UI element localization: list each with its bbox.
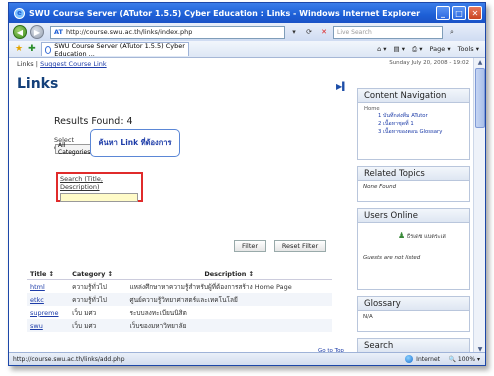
address-bar: ◀ ▶ AT http://course.swu.ac.th/links/ind…: [9, 23, 485, 41]
users-online-panel: Users Online ♟ ธีรเดช แบตระเส Guests are…: [357, 208, 470, 290]
related-topics-header[interactable]: Related Topics: [358, 167, 469, 181]
page-icon: AT: [54, 28, 63, 36]
ie-icon: e: [14, 7, 25, 19]
tools-menu[interactable]: Tools ▾: [458, 45, 479, 54]
stop-icon[interactable]: ✕: [318, 26, 330, 38]
nav-item[interactable]: 2 เนื้อหาชุดที่ 1: [364, 120, 463, 128]
favorites-star-icon[interactable]: ★: [15, 44, 23, 54]
online-user[interactable]: ♟ ธีรเดช แบตระเส: [358, 223, 469, 241]
content-navigation-panel: Content Navigation Home 1 บันทึกส่งทีม A…: [357, 88, 470, 160]
search-header[interactable]: Search: [358, 339, 469, 353]
refresh-icon[interactable]: ⟳: [303, 26, 315, 38]
link-description: ระบบลงทะเบียนนิสิต: [129, 308, 187, 317]
link-description: เว็บของมหาวิทยาลัย: [126, 319, 332, 332]
command-bar: ⌂ ▾ ▤ ▾ ⎙ ▾ Page ▾ Tools ▾: [377, 45, 485, 54]
link-category: เว็บ มศว: [72, 308, 97, 317]
home-icon[interactable]: ⌂ ▾: [377, 45, 386, 54]
col-description[interactable]: Description ↕: [126, 269, 332, 280]
search-input[interactable]: Live Search: [333, 25, 443, 39]
zoom-level[interactable]: 🔍 100% ▾: [449, 356, 480, 363]
results-count: Results Found: 4: [54, 116, 133, 127]
callout-annotation: ค้นหา Link ที่ต้องการ: [90, 129, 180, 157]
dropdown-icon[interactable]: ▾: [288, 26, 300, 38]
reset-filter-button[interactable]: Reset Filter: [274, 240, 326, 252]
close-button[interactable]: ✕: [468, 6, 482, 20]
breadcrumb-links: Links: [17, 60, 34, 68]
browser-tab[interactable]: SWU Course Server (ATutor 1.5.5) Cyber E…: [40, 42, 189, 58]
minimize-button[interactable]: _: [436, 6, 450, 20]
status-url: http://course.swu.ac.th/links/add.php: [13, 355, 125, 363]
search-icon[interactable]: ⌕: [446, 26, 458, 38]
nav-tree: Home 1 บันทึกส่งทีม ATutor 2 เนื้อหาชุดท…: [358, 103, 469, 139]
col-title[interactable]: Title ↕: [27, 269, 70, 280]
nav-item[interactable]: 3 เนื้อหาของตอน Glossary: [364, 128, 463, 136]
results-panel: Results Found: 4 Select Category All Cat…: [54, 106, 356, 258]
globe-icon: [405, 355, 414, 363]
add-favorite-icon[interactable]: ✚: [28, 44, 36, 54]
browser-window: e SWU Course Server (ATutor 1.5.5) Cyber…: [8, 2, 486, 366]
link-category: ความรู้ทั่วไป: [69, 293, 127, 306]
page-content: Links | Suggest Course Link Sunday July …: [9, 58, 475, 354]
status-bar: http://course.swu.ac.th/links/add.php In…: [9, 352, 485, 365]
collapse-menu-icon[interactable]: ▶▍: [336, 82, 348, 91]
guests-note: Guests are not listed: [363, 255, 421, 261]
scroll-up-icon[interactable]: ▲: [475, 58, 485, 67]
col-category[interactable]: Category ↕: [69, 269, 127, 280]
links-table: Title ↕ Category ↕ Description ↕ html คว…: [27, 269, 332, 332]
nav-item[interactable]: 1 บันทึกส่งทีม ATutor: [364, 112, 463, 120]
page-menu[interactable]: Page ▾: [430, 45, 451, 54]
table-row: swu เว็บ มศว เว็บของมหาวิทยาลัย: [27, 319, 332, 332]
title-bar: e SWU Course Server (ATutor 1.5.5) Cyber…: [9, 3, 485, 23]
category-select[interactable]: All Categories: [55, 142, 93, 156]
link-description: ศูนย์ความรู้วิทยาศาสตร์และเทคโนโลยี: [126, 293, 332, 306]
glossary-value: N/A: [363, 314, 373, 320]
none-found-text: None Found: [363, 184, 397, 190]
table-header-row: Title ↕ Category ↕ Description ↕: [27, 269, 332, 280]
feeds-icon[interactable]: ▤ ▾: [394, 45, 405, 54]
search-label: Search (Title, Description): [60, 175, 103, 191]
user-icon: ♟: [398, 231, 406, 240]
print-icon[interactable]: ⎙ ▾: [412, 45, 423, 54]
vertical-scrollbar[interactable]: ▲ ▼: [473, 58, 485, 354]
users-online-header[interactable]: Users Online: [358, 209, 469, 223]
table-row: etkc ความรู้ทั่วไป ศูนย์ความรู้วิทยาศาสต…: [27, 293, 332, 306]
link-title[interactable]: etkc: [30, 296, 44, 304]
link-description: แหล่งศึกษาหาความรู้สำหรับผู้ที่ต้องการสร…: [129, 282, 292, 291]
suggest-link[interactable]: Suggest Course Link: [40, 60, 107, 68]
breadcrumb: Links | Suggest Course Link Sunday July …: [17, 60, 469, 68]
date-text: Sunday July 20, 2008 - 19:02: [389, 60, 469, 66]
page-title: Links: [17, 76, 59, 92]
filter-button[interactable]: Filter: [234, 240, 266, 252]
link-category: ความรู้ทั่วไป: [72, 282, 107, 291]
forward-button[interactable]: ▶: [30, 25, 44, 39]
maximize-button[interactable]: □: [452, 6, 466, 20]
table-row: html ความรู้ทั่วไป แหล่งศึกษาหาความรู้สำ…: [27, 280, 332, 294]
content-navigation-header[interactable]: Content Navigation: [358, 89, 469, 103]
window-title: SWU Course Server (ATutor 1.5.5) Cyber E…: [29, 8, 421, 18]
link-title[interactable]: swu: [30, 322, 43, 330]
related-topics-panel: Related Topics None Found: [357, 166, 470, 202]
back-button[interactable]: ◀: [13, 25, 27, 39]
search-highlight: Search (Title, Description): [56, 172, 143, 202]
search-field[interactable]: [60, 193, 138, 202]
window-controls: _ □ ✕: [436, 6, 482, 20]
url-input[interactable]: AT http://course.swu.ac.th/links/index.p…: [50, 25, 285, 39]
favorites-bar: ★ ✚ SWU Course Server (ATutor 1.5.5) Cyb…: [9, 41, 485, 58]
tab-page-icon: [44, 45, 52, 54]
scroll-thumb[interactable]: [475, 68, 485, 128]
link-category: เว็บ มศว: [69, 319, 127, 332]
glossary-panel: Glossary N/A: [357, 296, 470, 332]
security-zone: Internet: [405, 355, 440, 363]
link-title[interactable]: supreme: [30, 309, 59, 317]
table-row: supreme เว็บ มศว ระบบลงทะเบียนนิสิต: [27, 306, 332, 319]
glossary-header[interactable]: Glossary: [358, 297, 469, 311]
link-title[interactable]: html: [30, 283, 45, 291]
